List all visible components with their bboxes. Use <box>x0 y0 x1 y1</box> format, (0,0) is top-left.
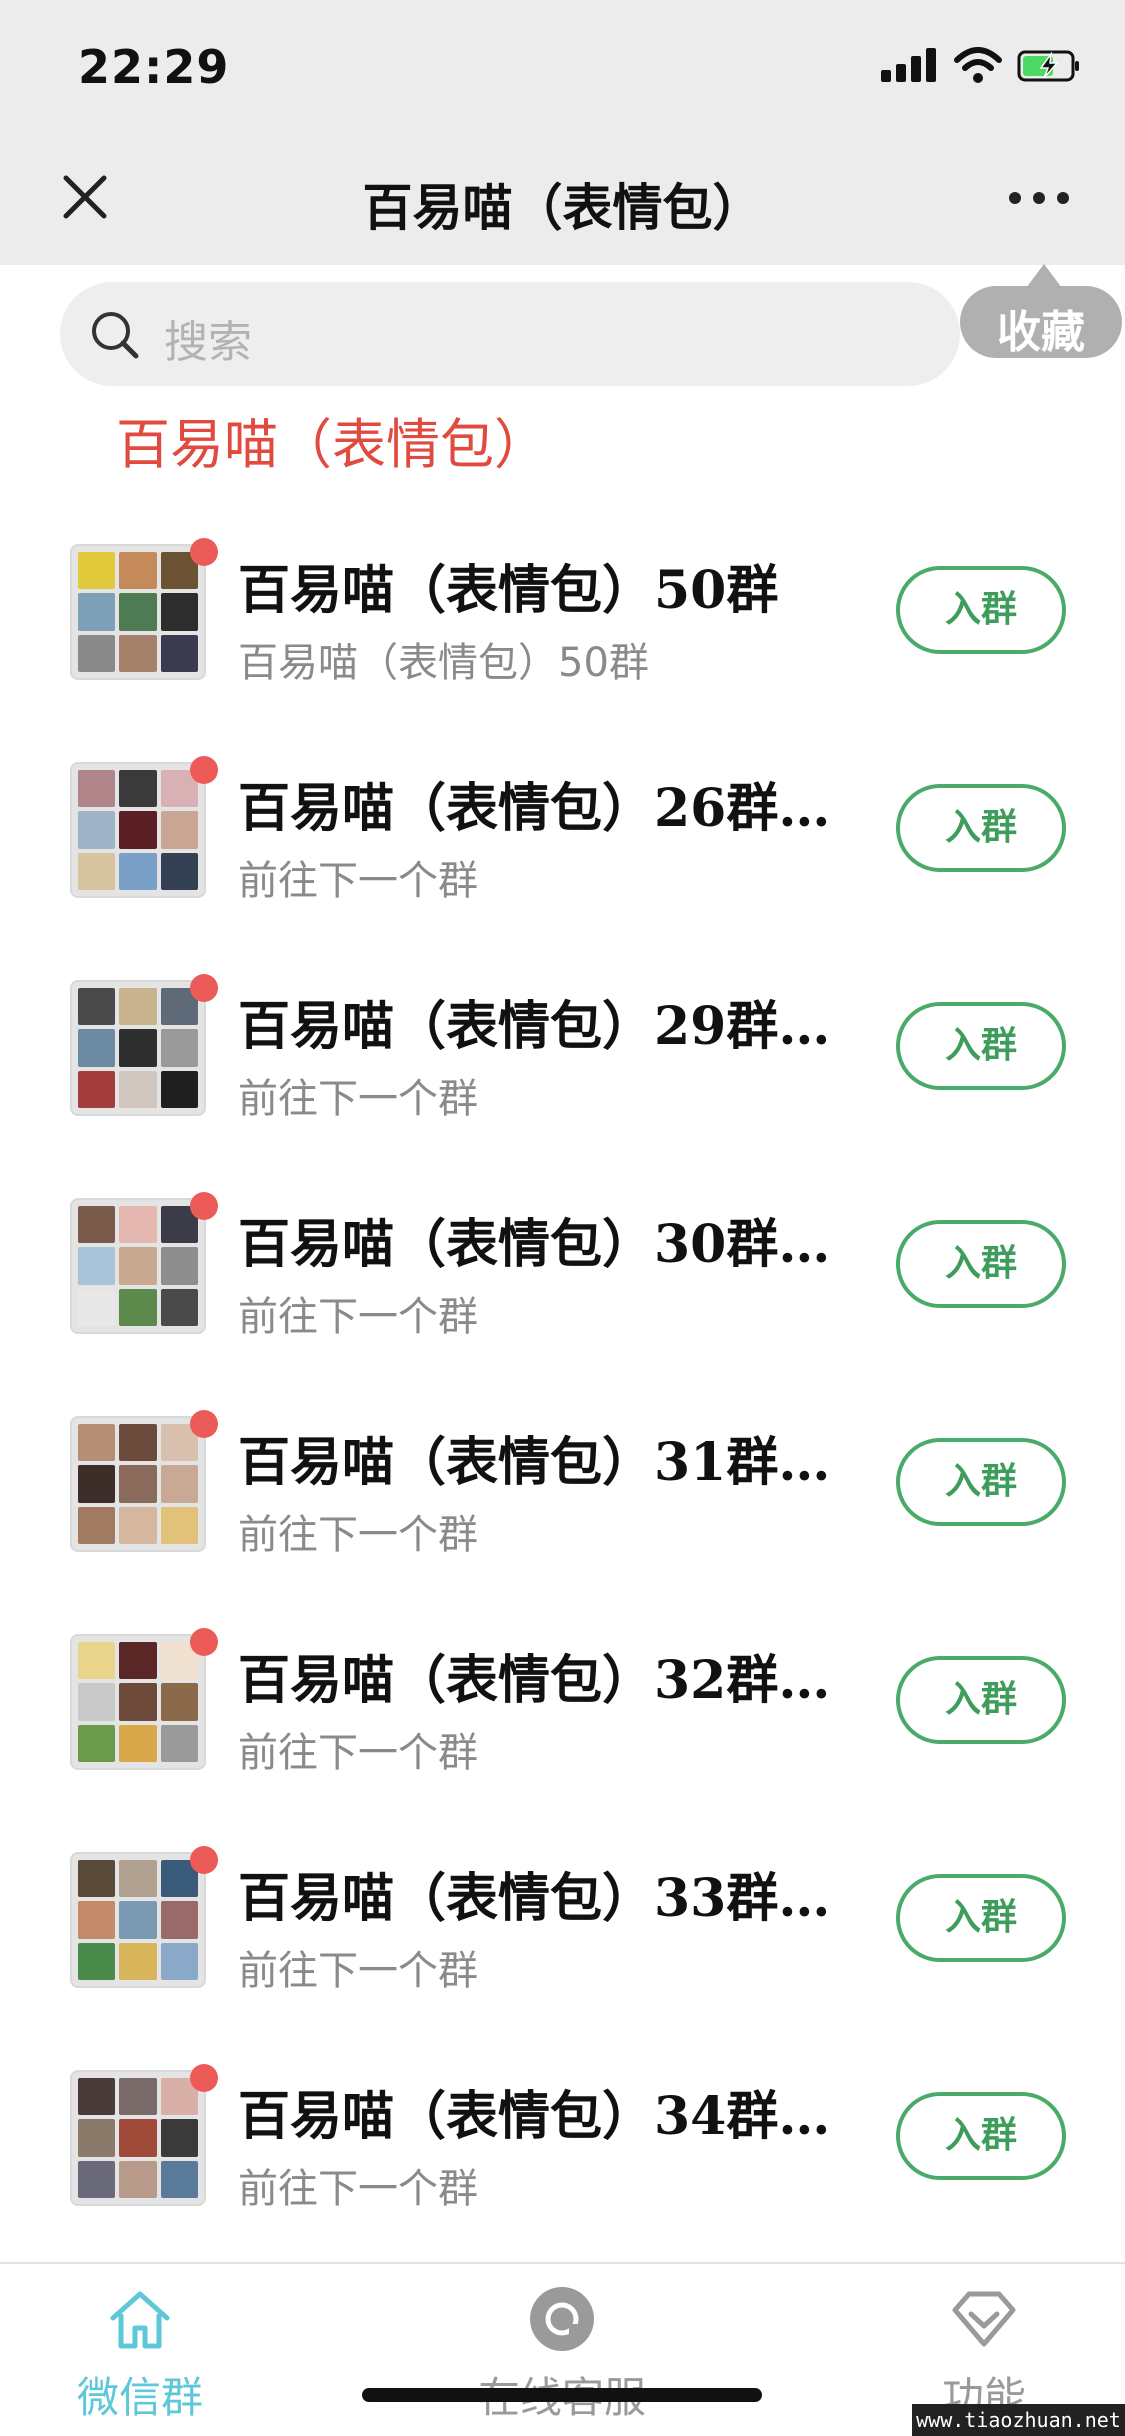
group-name: 百易喵（表情包）31群… <box>238 1432 831 1493</box>
tab-wechat-groups[interactable]: 微信群 <box>10 2264 270 2436</box>
join-group-button[interactable]: 入群 <box>896 2092 1066 2180</box>
unread-badge <box>190 1628 218 1656</box>
join-group-button[interactable]: 入群 <box>896 784 1066 872</box>
join-group-button[interactable]: 入群 <box>896 1220 1066 1308</box>
tab-online-service[interactable]: 在线客服 <box>432 2264 692 2436</box>
group-subtitle: 前往下一个群 <box>238 858 478 904</box>
group-avatar <box>70 1198 206 1334</box>
status-time: 22:29 <box>78 40 230 94</box>
group-name: 百易喵（表情包）26群… <box>238 778 831 839</box>
group-avatar <box>70 1852 206 1988</box>
group-name: 百易喵（表情包）30群… <box>238 1214 831 1275</box>
bookmark-label: 收藏 <box>997 307 1085 358</box>
group-avatar <box>70 544 206 680</box>
group-name: 百易喵（表情包）32群… <box>238 1650 831 1711</box>
group-avatar <box>70 1634 206 1770</box>
unread-badge <box>190 1410 218 1438</box>
join-group-button[interactable]: 入群 <box>896 1002 1066 1090</box>
search-icon <box>92 312 139 359</box>
more-options-icon[interactable] <box>1009 192 1069 204</box>
home-icon <box>110 2291 170 2349</box>
group-subtitle: 前往下一个群 <box>238 1076 478 1122</box>
group-subtitle: 前往下一个群 <box>238 1948 478 1994</box>
group-avatar <box>70 2070 206 2206</box>
home-indicator[interactable] <box>362 2388 762 2402</box>
group-subtitle: 前往下一个群 <box>238 2166 478 2212</box>
list-item[interactable]: 百易喵（表情包）33群… 前往下一个群 入群 <box>0 1828 1125 2046</box>
wifi-icon <box>954 47 1002 83</box>
list-item[interactable]: 百易喵（表情包）34群… 前往下一个群 入群 <box>0 2046 1125 2264</box>
group-name: 百易喵（表情包）29群… <box>238 996 831 1057</box>
unread-badge <box>190 1846 218 1874</box>
cellular-signal-icon <box>881 46 939 86</box>
group-name: 百易喵（表情包）34群… <box>238 2086 831 2147</box>
tab-label: 微信群 <box>76 2373 203 2422</box>
list-item[interactable]: 百易喵（表情包）29群… 前往下一个群 入群 <box>0 956 1125 1174</box>
group-subtitle: 前往下一个群 <box>238 1730 478 1776</box>
top-bar: 22:29 百易喵（表情包） <box>0 0 1125 265</box>
list-item[interactable]: 百易喵（表情包）31群… 前往下一个群 入群 <box>0 1392 1125 1610</box>
section-title: 百易喵（表情包） <box>116 413 548 476</box>
join-group-button[interactable]: 入群 <box>896 1656 1066 1744</box>
list-item[interactable]: 百易喵（表情包）26群… 前往下一个群 入群 <box>0 738 1125 956</box>
join-group-button[interactable]: 入群 <box>896 1438 1066 1526</box>
unread-badge <box>190 974 218 1002</box>
group-subtitle: 百易喵（表情包）50群 <box>238 640 649 686</box>
page-title: 百易喵（表情包） <box>362 179 763 237</box>
group-avatar <box>70 762 206 898</box>
list-item[interactable]: 百易喵（表情包）50群 百易喵（表情包）50群 入群 <box>0 520 1125 738</box>
group-avatar <box>70 980 206 1116</box>
group-name: 百易喵（表情包）50群 <box>238 560 779 621</box>
list-item[interactable]: 百易喵（表情包）30群… 前往下一个群 入群 <box>0 1174 1125 1392</box>
unread-badge <box>190 538 218 566</box>
list-item[interactable]: 百易喵（表情包）32群… 前往下一个群 入群 <box>0 1610 1125 1828</box>
join-group-button[interactable]: 入群 <box>896 566 1066 654</box>
join-group-button[interactable]: 入群 <box>896 1874 1066 1962</box>
search-placeholder: 搜索 <box>164 317 252 368</box>
group-subtitle: 前往下一个群 <box>238 1294 478 1340</box>
group-subtitle: 前往下一个群 <box>238 1512 478 1558</box>
group-avatar <box>70 1416 206 1552</box>
unread-badge <box>190 2064 218 2092</box>
search-input[interactable]: 搜索 <box>60 282 960 386</box>
group-list: 百易喵（表情包）50群 百易喵（表情包）50群 入群 百易喵（表情包）26群… … <box>0 520 1125 2264</box>
diamond-icon <box>952 2291 1016 2347</box>
watermark-text: www.tiaozhuan.net <box>912 2404 1125 2436</box>
group-name: 百易喵（表情包）33群… <box>238 1868 831 1929</box>
status-icons <box>881 46 1081 86</box>
unread-badge <box>190 1192 218 1220</box>
battery-charging-icon <box>1017 50 1079 82</box>
unread-badge <box>190 756 218 784</box>
bookmark-tooltip[interactable]: 收藏 <box>960 264 1122 358</box>
service-icon <box>530 2287 594 2351</box>
